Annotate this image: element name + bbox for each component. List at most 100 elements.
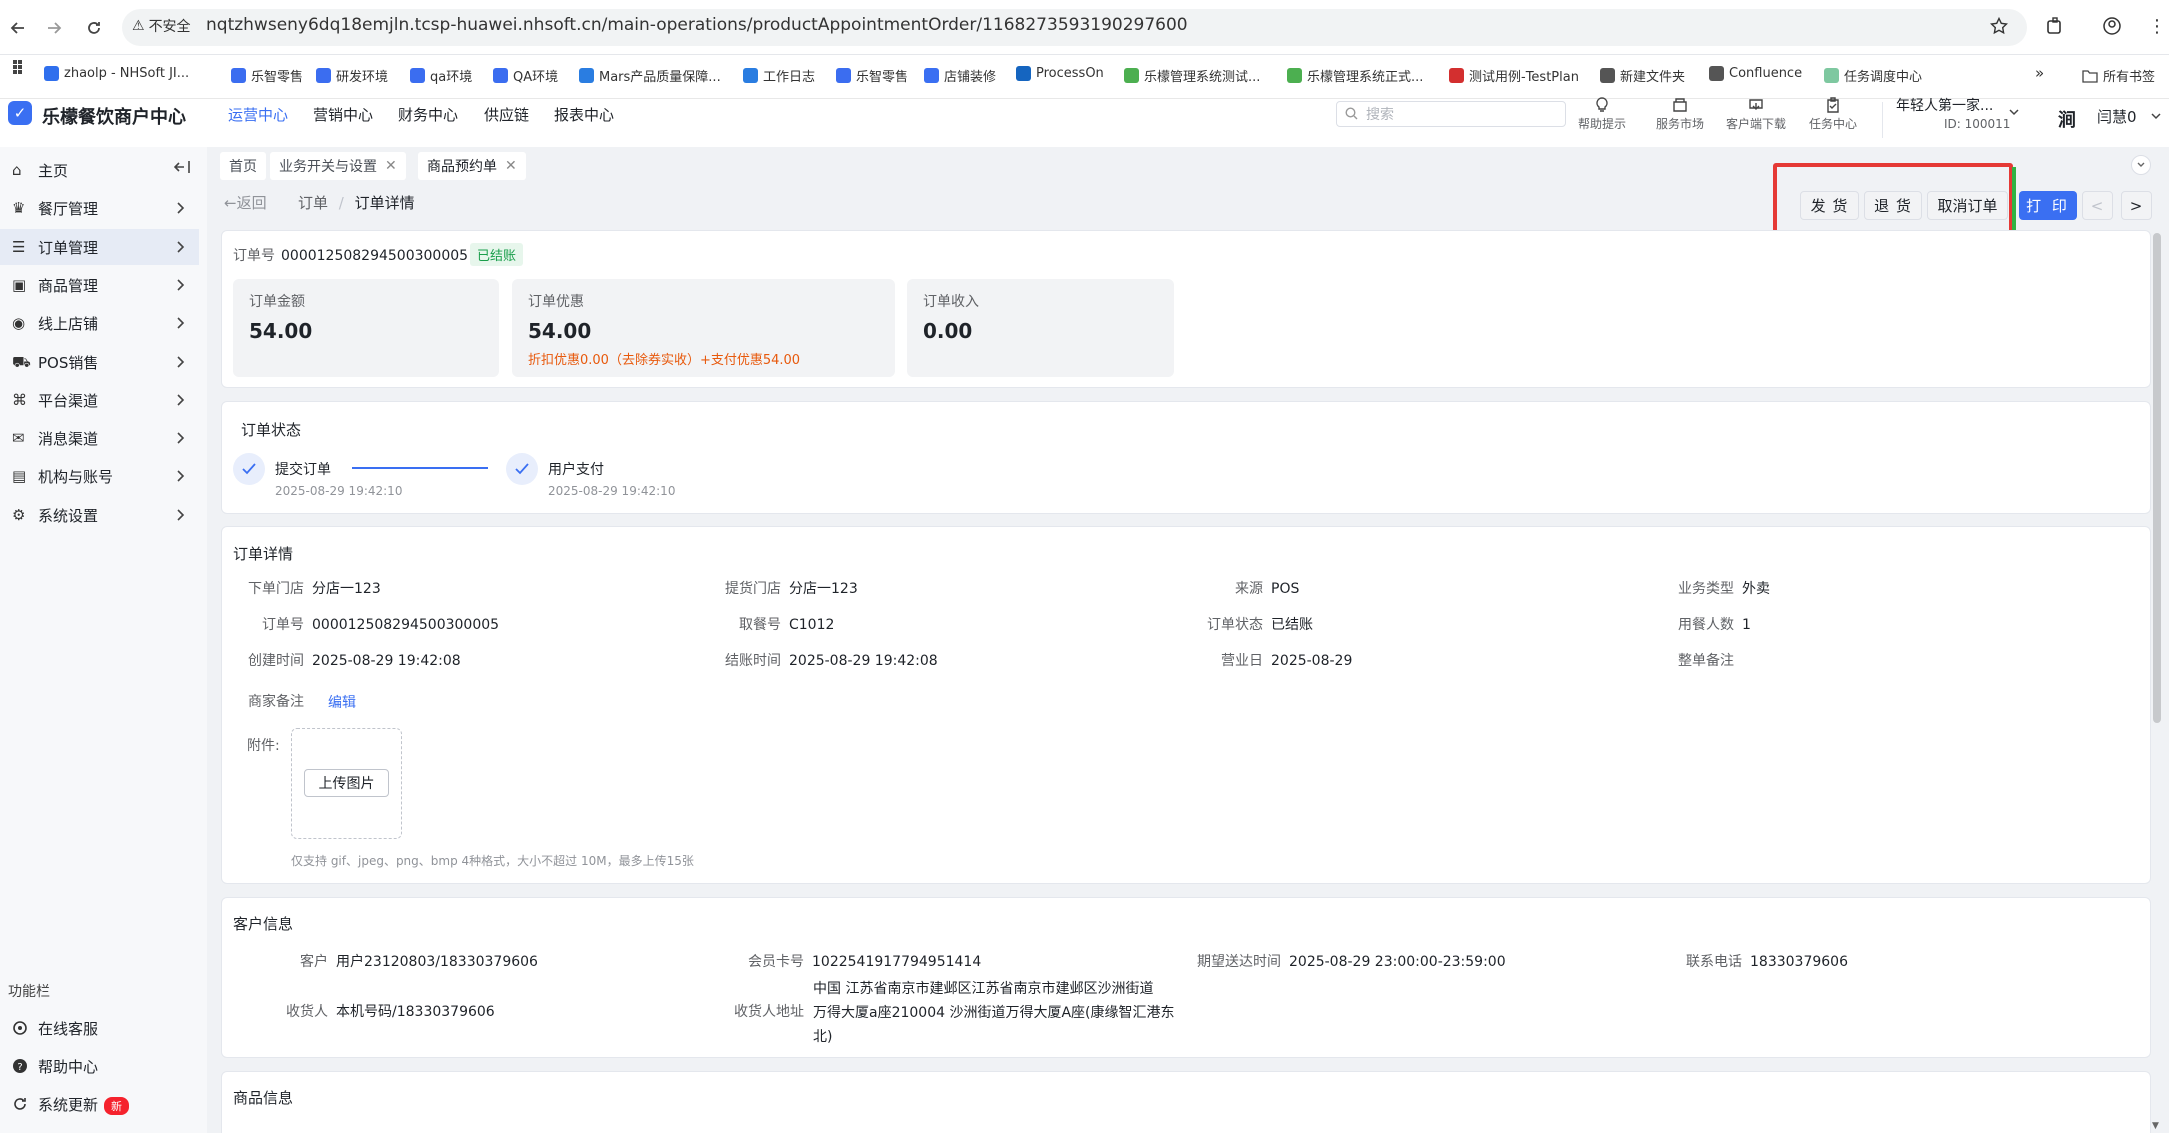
sidebar-item[interactable]: ⚙ 系统设置: [0, 497, 199, 533]
discount-detail: 折扣优惠0.00（去除券实收）+支付优惠54.00: [528, 353, 801, 368]
order-number: 订单号 000012508294500300005: [233, 245, 468, 265]
goods-info-card: [221, 1071, 2151, 1133]
close-icon[interactable]: ✕: [505, 158, 517, 174]
field-key: 结账时间: [725, 653, 781, 669]
chevron-right-icon: [176, 316, 186, 330]
restaurant-icon: ♛: [12, 199, 26, 218]
sidebar-item-label: 餐厅管理: [38, 200, 99, 219]
sidebar-item-system-update[interactable]: 系统更新新: [0, 1086, 199, 1122]
topnav-item[interactable]: 运营中心: [228, 104, 288, 125]
bookmark-item[interactable]: 研发环境: [316, 66, 388, 85]
task-center-button[interactable]: 任务中心: [1809, 97, 1857, 132]
sidebar-item[interactable]: ⌘ 平台渠道: [0, 382, 199, 418]
bookmark-item[interactable]: 任务调度中心: [1824, 66, 1922, 85]
topnav-item[interactable]: 供应链: [484, 104, 529, 125]
edit-note-link[interactable]: 编辑: [328, 692, 356, 712]
tab-product-appointment[interactable]: 商品预约单 ✕: [418, 152, 526, 180]
reload-icon[interactable]: [80, 14, 108, 42]
stat-label: 订单收入: [923, 294, 979, 310]
more-menu-icon[interactable]: ⋮: [2148, 16, 2166, 37]
stat-label: 订单金额: [249, 294, 305, 310]
tab-home[interactable]: 首页: [220, 152, 266, 180]
scrollbar[interactable]: [2153, 233, 2161, 723]
sidebar-item-help-center[interactable]: ? 帮助中心: [0, 1048, 199, 1084]
apps-grid-icon[interactable]: [12, 59, 28, 75]
sidebar-item[interactable]: ◉ 线上店铺: [0, 305, 199, 341]
url-text[interactable]: nqtzhwseny6dq18emjln.tcsp-huawei.nhsoft.…: [206, 15, 1188, 35]
breadcrumb-parent[interactable]: 订单: [298, 194, 328, 212]
tab-business-settings[interactable]: 业务开关与设置 ✕: [270, 152, 406, 180]
header-divider: [1882, 102, 1883, 138]
all-bookmarks[interactable]: 所有书签: [2082, 66, 2155, 85]
cart-icon: ⛟: [12, 352, 31, 371]
store-selector[interactable]: 年轻人第一家...: [1896, 95, 1993, 115]
print-button[interactable]: 打 印: [2019, 191, 2077, 220]
chevron-down-icon[interactable]: [2150, 110, 2162, 122]
bookmark-item[interactable]: 乐智零售: [836, 66, 908, 85]
field-key: 营业日: [1221, 653, 1263, 669]
bookmark-label: qa环境: [430, 70, 473, 85]
field-value: 已结账: [1271, 617, 1313, 633]
extensions-icon[interactable]: [2045, 16, 2065, 36]
user-name[interactable]: 闫慧0: [2097, 106, 2137, 127]
topnav-item[interactable]: 财务中心: [398, 104, 458, 125]
client-download-button[interactable]: 客户端下载: [1726, 97, 1786, 132]
bookmark-item[interactable]: 工作日志: [743, 66, 815, 85]
chevron-right-icon: [176, 355, 186, 369]
bookmark-item[interactable]: 测试用例-TestPlan: [1449, 66, 1579, 85]
forward-arrow-icon[interactable]: [40, 14, 68, 42]
bookmark-item[interactable]: 乐智零售: [231, 66, 303, 85]
topnav-item[interactable]: 营销中心: [313, 104, 373, 125]
bookmarks-overflow-icon[interactable]: »: [2035, 64, 2044, 82]
next-order-button[interactable]: >: [2121, 191, 2152, 220]
bookmark-item[interactable]: 乐檬管理系统测试...: [1124, 66, 1260, 85]
tabs-dropdown-icon[interactable]: [2131, 155, 2151, 175]
topnav-item[interactable]: 报表中心: [554, 104, 614, 125]
star-icon[interactable]: [1990, 17, 2008, 35]
bookmark-item[interactable]: 乐檬管理系统正式...: [1287, 66, 1423, 85]
sidebar-item[interactable]: ⛟ POS销售: [0, 344, 199, 380]
service-market-button[interactable]: 服务市场: [1656, 97, 1704, 132]
upload-image-button[interactable]: 上传图片: [304, 769, 389, 797]
chevron-down-icon[interactable]: [2008, 106, 2020, 118]
bulb-icon: [1596, 97, 1608, 112]
help-circle-icon: ?: [12, 1058, 28, 1074]
sidebar-item[interactable]: ♛ 餐厅管理: [0, 190, 199, 226]
back-link[interactable]: ←返回: [224, 192, 267, 213]
sidebar-item[interactable]: ▤ 机构与账号: [0, 458, 199, 494]
field-value: 18330379606: [1750, 954, 1848, 970]
bookmark-item[interactable]: Confluence: [1709, 66, 1802, 81]
scroll-down-icon[interactable]: ▼: [2152, 1121, 2162, 1131]
sidebar-item[interactable]: ⌂ 主页: [0, 152, 199, 188]
bookmark-item[interactable]: qa环境: [410, 66, 472, 85]
search-icon: [1345, 107, 1358, 120]
avatar[interactable]: 涧: [2058, 106, 2082, 131]
bookmark-item[interactable]: ProcessOn: [1016, 66, 1104, 81]
field-key: 提货门店: [725, 581, 781, 597]
back-arrow-icon[interactable]: [4, 14, 32, 42]
sidebar-item[interactable]: ☰ 订单管理: [0, 228, 199, 265]
sidebar-item-label: 商品管理: [38, 276, 99, 295]
bookmark-item[interactable]: 店铺装修: [924, 66, 996, 85]
sidebar-item-online-service[interactable]: 在线客服: [0, 1010, 199, 1046]
close-icon[interactable]: ✕: [385, 158, 397, 174]
field-value: 1022541917794951414: [812, 954, 982, 970]
bookmark-label: QA环境: [513, 70, 559, 85]
bookmark-item[interactable]: QA环境: [493, 66, 558, 85]
security-indicator[interactable]: ⚠ 不安全: [132, 16, 191, 36]
bookmark-label: 乐智零售: [856, 70, 909, 85]
refresh-icon: [12, 1096, 28, 1112]
order-detail-card: [221, 526, 2151, 884]
field-key: 收货人地址: [734, 1004, 804, 1020]
help-tip-button[interactable]: 帮助提示: [1578, 97, 1626, 132]
detail-field-merchant-note: 商家备注: [247, 691, 312, 711]
attachment-label: 附件:: [247, 735, 280, 755]
prev-order-button[interactable]: <: [2082, 191, 2113, 220]
bookmark-label: Confluence: [1729, 66, 1803, 81]
bookmark-item[interactable]: Mars产品质量保障...: [579, 66, 721, 85]
sidebar-item[interactable]: ✉ 消息渠道: [0, 420, 199, 456]
bookmark-item[interactable]: 新建文件夹: [1600, 66, 1685, 85]
sidebar-item[interactable]: ▣ 商品管理: [0, 267, 199, 303]
bookmark-item[interactable]: zhaolp - NHSoft JI...: [44, 66, 189, 81]
profile-icon[interactable]: [2102, 16, 2122, 36]
